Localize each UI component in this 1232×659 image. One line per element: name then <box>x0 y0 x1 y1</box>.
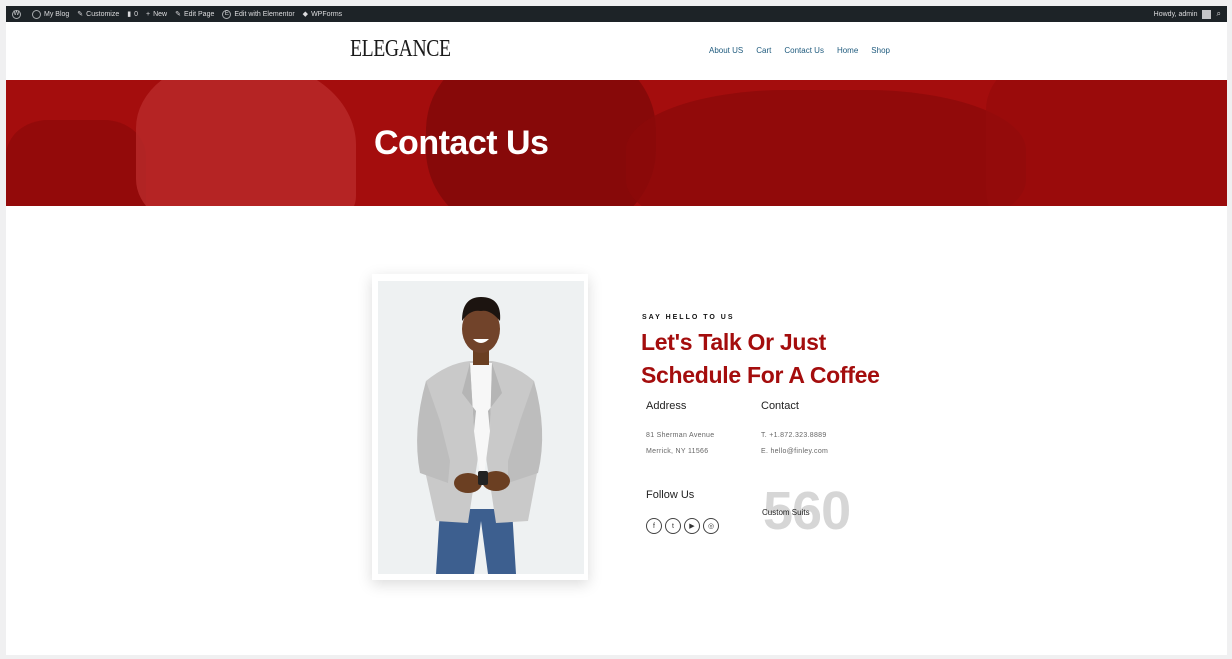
section-headline: Let's Talk Or Just Schedule For A Coffee <box>641 329 880 388</box>
admin-bar-label: WPForms <box>311 10 343 18</box>
follow-title: Follow Us <box>646 489 695 501</box>
social-links: f t ▶ ◎ <box>646 518 719 534</box>
man-portrait-illustration <box>378 281 584 574</box>
admin-bar-label: My Blog <box>44 10 70 18</box>
counter-label: Custom Suits <box>762 508 810 517</box>
hero-background-shape <box>6 120 146 206</box>
youtube-icon[interactable]: ▶ <box>684 518 700 534</box>
contact-phone[interactable]: T. +1.872.323.8889 <box>761 428 827 444</box>
admin-bar-my-blog[interactable]: My Blog <box>32 9 70 19</box>
site-header: ELEGANCE About US Cart Contact Us Home S… <box>6 22 1227 80</box>
wpforms-icon: ◆ <box>302 11 309 18</box>
nav-item-cart[interactable]: Cart <box>756 46 771 55</box>
portrait-image <box>378 281 584 574</box>
home-icon <box>32 9 41 19</box>
address-line-2: Merrick, NY 11566 <box>646 448 709 455</box>
nav-item-contact-us[interactable]: Contact Us <box>784 46 824 55</box>
plus-icon: + <box>146 10 151 18</box>
wordpress-logo-icon[interactable]: W <box>12 9 24 19</box>
contact-email[interactable]: E. hello@finley.com <box>761 444 828 460</box>
portrait-card <box>372 274 588 580</box>
comment-icon: ▮ <box>127 11 132 18</box>
admin-bar-edit-page[interactable]: ✎ Edit Page <box>175 10 215 19</box>
admin-bar-label: New <box>153 10 168 18</box>
avatar[interactable] <box>1201 9 1211 19</box>
admin-bar-wpforms[interactable]: ◆ WPForms <box>302 10 343 19</box>
admin-bar-comments[interactable]: ▮ 0 <box>127 10 139 19</box>
admin-bar-elementor[interactable]: E Edit with Elementor <box>222 9 295 19</box>
instagram-icon[interactable]: ◎ <box>703 518 719 534</box>
page-frame: W My Blog ✎ Customize ▮ 0 + New ✎ Edit Page … <box>6 6 1227 655</box>
admin-bar-label: Customize <box>86 10 120 18</box>
admin-bar: W My Blog ✎ Customize ▮ 0 + New ✎ Edit Page … <box>6 6 1227 22</box>
facebook-icon[interactable]: f <box>646 518 662 534</box>
twitter-icon[interactable]: t <box>665 518 681 534</box>
admin-bar-label: Edit with Elementor <box>234 10 295 18</box>
address-line-1: 81 Sherman Avenue <box>646 432 715 439</box>
site-logo[interactable]: ELEGANCE <box>350 36 451 63</box>
search-icon[interactable]: ⌕ <box>1217 9 1221 19</box>
brush-icon: ✎ <box>77 11 84 18</box>
hero-banner: Contact Us <box>6 80 1227 206</box>
hero-background-shape <box>136 80 356 206</box>
page-title: Contact Us <box>374 124 549 162</box>
admin-bar-customize[interactable]: ✎ Customize <box>77 10 120 19</box>
admin-bar-new[interactable]: + New <box>146 11 167 18</box>
hero-background-shape <box>986 80 1227 206</box>
address-title: Address <box>646 400 687 412</box>
nav-item-home[interactable]: Home <box>837 46 858 55</box>
admin-bar-label: Edit Page <box>184 10 215 18</box>
main-nav: About US Cart Contact Us Home Shop <box>709 46 890 55</box>
elementor-icon: E <box>222 9 232 19</box>
contact-title: Contact <box>761 400 799 412</box>
pencil-icon: ✎ <box>175 11 181 18</box>
hero-background-shape <box>626 90 1026 206</box>
section-eyebrow: SAY HELLO TO US <box>642 314 735 321</box>
nav-item-shop[interactable]: Shop <box>871 46 890 55</box>
nav-item-about-us[interactable]: About US <box>709 46 743 55</box>
admin-bar-label: 0 <box>134 10 139 18</box>
howdy-link[interactable]: Howdy, admin <box>1154 11 1198 18</box>
